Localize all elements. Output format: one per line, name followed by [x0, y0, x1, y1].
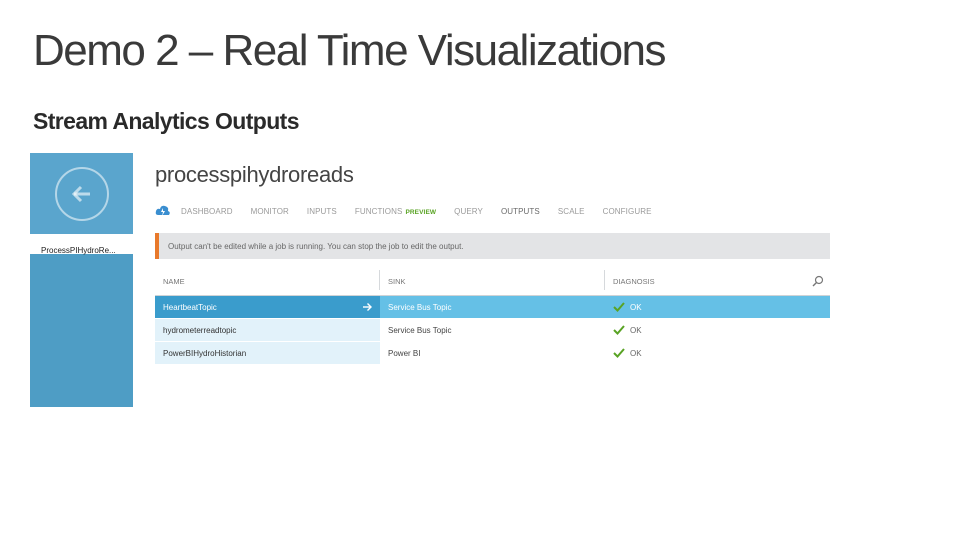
- output-name: HeartbeatTopic: [163, 302, 217, 312]
- diagnosis-status: OK: [630, 325, 642, 335]
- cell-sink: Power BI: [388, 348, 421, 358]
- cell-name: HeartbeatTopic: [155, 296, 380, 318]
- cell-name: PowerBIHydroHistorian: [155, 342, 380, 364]
- tab-functions-label: FUNCTIONS: [354, 206, 403, 216]
- blade-item-label: ProcessPIHydroRe...: [41, 246, 116, 255]
- tab-configure[interactable]: CONFIGURE: [603, 207, 652, 216]
- slide-title: Demo 2 – Real Time Visualizations: [33, 26, 667, 75]
- cell-diagnosis: OK: [605, 319, 830, 341]
- job-name: processpihydroreads: [155, 162, 354, 187]
- search-icon[interactable]: [812, 275, 824, 287]
- blade-item[interactable]: ProcessPIHydroRe...: [30, 234, 133, 255]
- table-row[interactable]: hydrometerreadtopic Service Bus Topic OK: [155, 319, 830, 342]
- tab-bar: DASHBOARD MONITOR INPUTS FUNCTIONS PREVIE…: [155, 203, 670, 219]
- arrow-right-icon[interactable]: [362, 302, 372, 312]
- back-button[interactable]: [30, 153, 133, 234]
- tab-scale[interactable]: SCALE: [558, 207, 585, 216]
- preview-badge: PREVIEW: [405, 208, 437, 216]
- column-header-sink[interactable]: SINK: [380, 270, 605, 290]
- cell-sink: Service Bus Topic: [380, 296, 605, 318]
- column-header-name[interactable]: NAME: [155, 270, 380, 290]
- output-name: PowerBIHydroHistorian: [163, 348, 247, 358]
- diagnosis-status: OK: [630, 302, 642, 312]
- table-header: NAME SINK DIAGNOSIS: [155, 270, 830, 296]
- banner-text: Output can't be edited while a job is ru…: [168, 241, 464, 251]
- cell-diagnosis: OK: [605, 342, 830, 364]
- diagnosis-status: OK: [630, 348, 642, 358]
- tab-functions[interactable]: FUNCTIONS PREVIEW: [355, 207, 436, 216]
- table-row[interactable]: PowerBIHydroHistorian Power BI OK: [155, 342, 830, 365]
- checkmark-icon: [613, 302, 625, 312]
- slide-subtitle: Stream Analytics Outputs: [33, 108, 300, 134]
- info-banner: Output can't be edited while a job is ru…: [155, 233, 830, 259]
- output-name: hydrometerreadtopic: [163, 325, 237, 335]
- cell-diagnosis: OK: [605, 296, 830, 318]
- checkmark-icon: [613, 325, 625, 335]
- tab-outputs[interactable]: OUTPUTS: [501, 207, 540, 216]
- tab-dashboard[interactable]: DASHBOARD: [181, 207, 233, 216]
- tab-query[interactable]: QUERY: [454, 207, 483, 216]
- table-row[interactable]: HeartbeatTopic Service Bus Topic OK: [155, 296, 830, 319]
- outputs-table: NAME SINK DIAGNOSIS HeartbeatTopic Servi…: [155, 270, 830, 365]
- cell-name: hydrometerreadtopic: [155, 319, 380, 341]
- left-blade: ProcessPIHydroRe...: [30, 153, 133, 407]
- stream-analytics-icon: [155, 205, 170, 216]
- cell-sink: Service Bus Topic: [388, 325, 452, 335]
- checkmark-icon: [613, 348, 625, 358]
- column-header-diagnosis[interactable]: DIAGNOSIS: [605, 270, 830, 290]
- back-arrow-icon: [54, 166, 109, 221]
- tab-monitor[interactable]: MONITOR: [251, 207, 289, 216]
- tab-inputs[interactable]: INPUTS: [307, 207, 337, 216]
